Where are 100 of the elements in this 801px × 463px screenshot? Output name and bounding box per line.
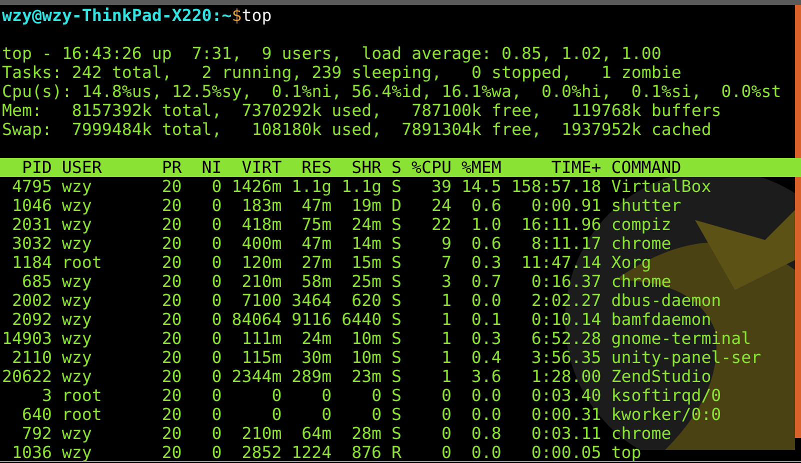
table-cell-text: 22 xyxy=(430,215,452,234)
table-cell-text: 0.3 xyxy=(470,253,502,272)
table-cell-text: 24m xyxy=(350,215,382,234)
table-cell-text: 20 xyxy=(160,424,182,443)
table-cell-text: 0:00.05 xyxy=(530,443,602,462)
table-cell-text: 1224 xyxy=(290,443,332,462)
table-cell-text: 0 xyxy=(320,386,332,405)
table-cell-text: root xyxy=(62,405,103,424)
table-cell-text: 0 xyxy=(210,386,222,405)
table-cell-text: 58m xyxy=(300,272,332,291)
table-cell-text: 7100 xyxy=(240,291,282,310)
table-cell-text: 20 xyxy=(160,386,182,405)
table-cell-text: S xyxy=(390,348,402,367)
table-cell-text: 23m xyxy=(350,367,382,386)
table-cell-text: S xyxy=(390,253,402,272)
table-cell-text: 84064 xyxy=(230,310,282,329)
table-cell-text: ZendStudio xyxy=(611,367,712,386)
table-cell-text: S xyxy=(390,310,402,329)
table-cell-text: wzy xyxy=(62,329,93,348)
table-cell-text: 0 xyxy=(210,272,222,291)
table-cell-text: 0 xyxy=(210,196,222,215)
table-cell-text: 0.6 xyxy=(470,196,502,215)
table-cell-text: 2092 xyxy=(10,310,52,329)
table-cell: 20622 xyxy=(2,367,52,386)
column-header: PID xyxy=(20,158,52,177)
table-cell-text: 3 xyxy=(440,272,452,291)
table-cell-text: 685 xyxy=(20,272,52,291)
table-cell-text: 9 xyxy=(440,234,452,253)
table-cell-text: wzy xyxy=(62,424,93,443)
table-cell-text: 20 xyxy=(160,443,182,462)
table-cell-text: 0:00.31 xyxy=(530,405,602,424)
table-cell-text: 1046 xyxy=(10,196,52,215)
table-cell-text: 1184 xyxy=(10,253,52,272)
table-cell-text: 10m xyxy=(350,348,382,367)
table-cell-text: 0.3 xyxy=(470,329,502,348)
table-cell-text: 0.1 xyxy=(470,310,502,329)
table-cell-text: dbus-daemon xyxy=(611,291,722,310)
table-cell-text: 0 xyxy=(270,405,282,424)
table-cell-text: 25m xyxy=(350,272,382,291)
table-cell-text: 620 xyxy=(350,291,382,310)
table-cell-text: 0 xyxy=(320,405,332,424)
table-cell-text: 75m xyxy=(300,215,332,234)
table-cell-text: 1426m xyxy=(230,177,282,196)
table-cell-text: 0 xyxy=(210,253,222,272)
table-cell-text: 14.5 xyxy=(460,177,502,196)
table-cell-text: 0 xyxy=(370,386,382,405)
table-cell-text: 10m xyxy=(350,329,382,348)
table-cell-text: S xyxy=(390,329,402,348)
table-cell-text: compiz xyxy=(611,215,672,234)
column-header: NI xyxy=(200,158,222,177)
table-cell-text: 3:56.35 xyxy=(530,348,602,367)
table-cell-text: ksoftirqd/0 xyxy=(611,386,722,405)
table-cell-text: wzy xyxy=(62,177,93,196)
table-cell-text: bamfdaemon xyxy=(611,310,712,329)
table-cell-text: 158:57.18 xyxy=(510,177,602,196)
table-cell-text: wzy xyxy=(62,367,93,386)
table-cell-text: root xyxy=(62,386,103,405)
table-cell-text: kworker/0:0 xyxy=(611,405,722,424)
table-cell-text: 20 xyxy=(160,215,182,234)
table-cell-text: S xyxy=(390,386,402,405)
column-header: RES xyxy=(300,158,332,177)
table-cell-text: 0 xyxy=(440,424,452,443)
table-cell-text: 0:16.37 xyxy=(530,272,602,291)
table-cell-text: 20 xyxy=(160,367,182,386)
table-cell-text: 210m xyxy=(240,424,282,443)
table-cell-text: 0 xyxy=(440,386,452,405)
table-cell-text: wzy xyxy=(62,443,93,462)
table-cell-text: S xyxy=(390,424,402,443)
table-cell-text: 20 xyxy=(160,196,182,215)
column-header: %CPU xyxy=(410,158,452,177)
prompt-path: wzy@wzy-ThinkPad-X220:~ xyxy=(2,6,232,25)
table-cell-text: 9116 xyxy=(290,310,332,329)
table-cell-text: 24m xyxy=(300,329,332,348)
table-cell-text: VirtualBox xyxy=(611,177,712,196)
table-cell-text: 2852 xyxy=(240,443,282,462)
table-cell-text: 0.0 xyxy=(470,443,502,462)
table-cell-text: 183m xyxy=(240,196,282,215)
table-cell-text: 30m xyxy=(300,348,332,367)
table-cell-text: 120m xyxy=(240,253,282,272)
table-cell-text: 28m xyxy=(350,424,382,443)
table-cell-text: 20 xyxy=(160,253,182,272)
column-header: %MEM xyxy=(460,158,502,177)
table-cell-text: unity-panel-ser xyxy=(611,348,762,367)
summary-line: Cpu(s): 14.8%us, 12.5%sy, 0.1%ni, 56.4%id, 16.1%wa, 0.0%hi, 0.1%si, 0.0%st xyxy=(2,82,782,101)
table-cell-text: 0 xyxy=(210,424,222,443)
table-cell-text: 0.0 xyxy=(470,405,502,424)
table-cell-text: 0 xyxy=(270,386,282,405)
table-cell-text: 3 xyxy=(40,386,52,405)
table-cell-text: 1 xyxy=(440,348,452,367)
summary-line: Swap: 7999484k total, 108180k used, 7891304k free, 1937952k cached xyxy=(2,120,712,139)
command-text: top xyxy=(242,6,272,25)
table-cell-text: wzy xyxy=(62,291,93,310)
table-cell-text: 0 xyxy=(210,443,222,462)
table-cell-text: wzy xyxy=(62,196,93,215)
table-cell-text: 0:03.11 xyxy=(530,424,602,443)
table-cell-text: wzy xyxy=(62,272,93,291)
column-header: S xyxy=(390,158,402,177)
table-cell-text: 0 xyxy=(210,234,222,253)
table-cell-text: 20 xyxy=(160,272,182,291)
table-cell-text: 2110 xyxy=(10,348,52,367)
